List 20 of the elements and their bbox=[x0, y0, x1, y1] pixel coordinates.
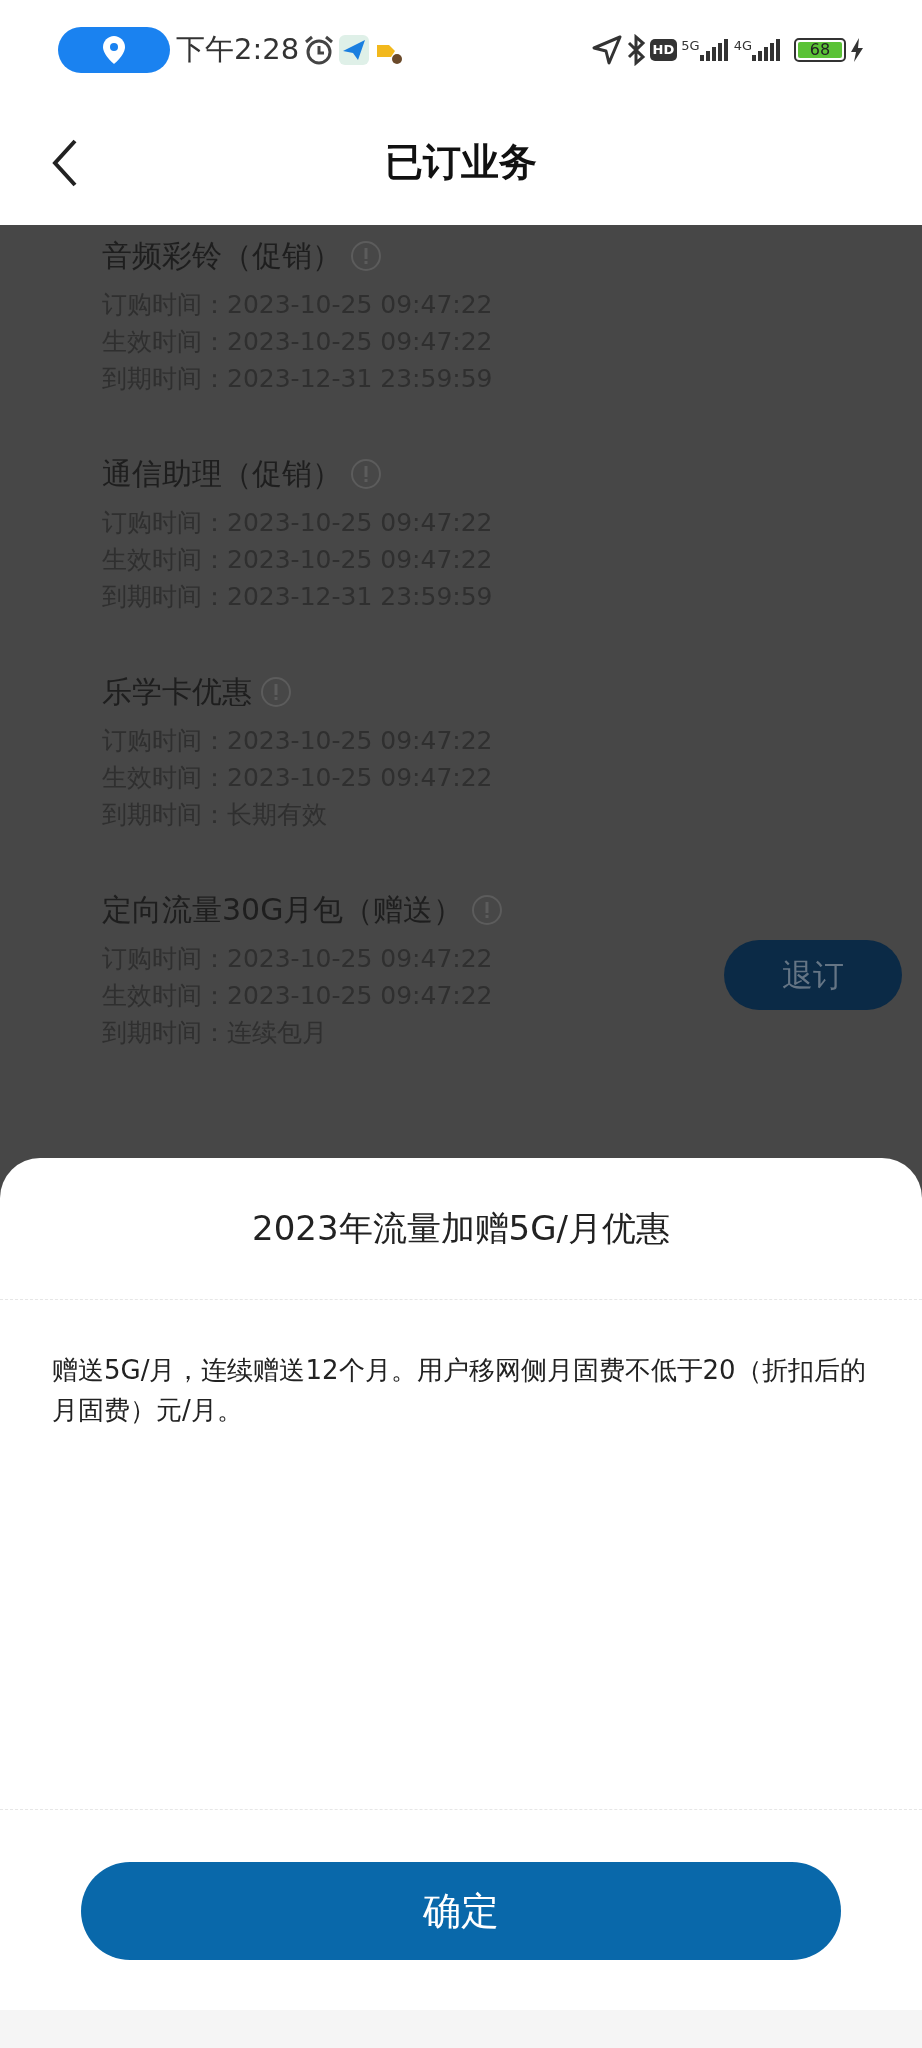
hd-badge: HD bbox=[649, 39, 678, 61]
page-title: 已订业务 bbox=[385, 139, 537, 186]
navigation-arrow-icon bbox=[591, 35, 622, 65]
location-pin-icon bbox=[103, 36, 125, 64]
back-icon[interactable] bbox=[52, 138, 78, 187]
charging-bolt-icon bbox=[850, 38, 864, 62]
signal-icon bbox=[699, 39, 730, 61]
signal-icon bbox=[752, 39, 782, 61]
unsubscribe-button[interactable]: 退订 bbox=[724, 940, 902, 1010]
paper-plane-icon bbox=[339, 35, 370, 65]
battery-level: 68 bbox=[798, 42, 842, 58]
bluetooth-icon bbox=[625, 34, 646, 66]
status-time: 下午2:28 bbox=[176, 31, 300, 69]
network-label: 5G bbox=[681, 39, 700, 52]
confirm-button[interactable]: 确定 bbox=[81, 1862, 841, 1960]
sheet-description: 赠送5G/月，连续赠送12个月。用户移网侧月固费不低于20（折扣后的月固费）元/月。 bbox=[0, 1300, 922, 1810]
alarm-icon bbox=[303, 34, 336, 66]
network-label: 4G bbox=[733, 39, 752, 52]
location-pill[interactable] bbox=[58, 27, 170, 73]
sheet-title: 2023年流量加赠5G/月优惠 bbox=[0, 1158, 922, 1300]
